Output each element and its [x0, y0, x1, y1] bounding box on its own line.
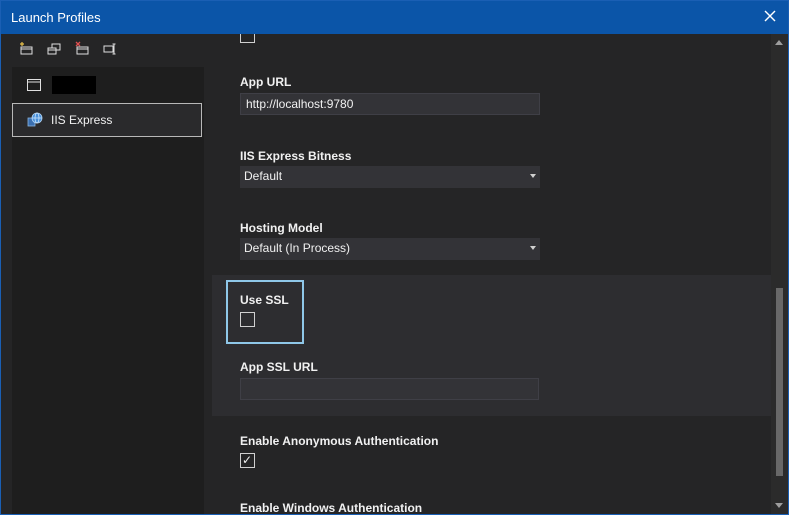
- app-url-label: App URL: [240, 75, 292, 89]
- bitness-label: IIS Express Bitness: [240, 149, 352, 163]
- anon-auth-label: Enable Anonymous Authentication: [240, 434, 439, 448]
- profiles-toolbar: [17, 40, 119, 60]
- launch-profiles-window: Launch Profiles IIS Express App URL http…: [0, 0, 789, 515]
- scroll-thumb[interactable]: [776, 288, 783, 476]
- hosting-model-value: Default (In Process): [244, 241, 351, 255]
- hosting-model-select[interactable]: Default (In Process): [240, 238, 540, 260]
- checkmark-icon: ✓: [242, 453, 253, 467]
- window-icon: [26, 77, 42, 93]
- bitness-select[interactable]: Default: [240, 166, 540, 188]
- new-profile-icon[interactable]: [17, 40, 35, 58]
- app-url-input[interactable]: http://localhost:9780: [240, 93, 540, 115]
- chevron-down-icon: [530, 246, 536, 250]
- app-ssl-url-label: App SSL URL: [240, 360, 318, 374]
- anon-auth-checkbox[interactable]: ✓: [240, 453, 255, 468]
- bitness-value: Default: [244, 169, 283, 183]
- profiles-panel: IIS Express: [1, 34, 212, 514]
- rename-profile-icon[interactable]: [101, 40, 119, 58]
- profile-label-iis-express: IIS Express: [51, 113, 113, 127]
- app-ssl-url-input[interactable]: [240, 378, 539, 400]
- chevron-down-icon: [530, 174, 536, 178]
- scroll-up-icon[interactable]: [775, 40, 783, 45]
- use-ssl-label: Use SSL: [240, 293, 289, 307]
- windows-auth-label: Enable Windows Authentication: [240, 501, 423, 514]
- copy-profile-icon[interactable]: [45, 40, 63, 58]
- vertical-scrollbar[interactable]: [771, 34, 788, 514]
- profile-item-redacted[interactable]: [12, 68, 202, 102]
- hosting-model-label: Hosting Model: [240, 221, 323, 235]
- profile-settings-panel: App URL http://localhost:9780 IIS Expres…: [212, 34, 771, 514]
- delete-profile-icon[interactable]: [73, 40, 91, 58]
- close-icon[interactable]: [762, 8, 778, 24]
- iis-globe-icon: [27, 112, 43, 128]
- profile-list: IIS Express: [12, 67, 204, 514]
- scroll-down-icon[interactable]: [775, 503, 783, 508]
- title-bar: Launch Profiles: [1, 1, 788, 34]
- top-partial-checkbox[interactable]: [240, 34, 255, 43]
- redacted-profile-name: [52, 76, 96, 94]
- window-title: Launch Profiles: [11, 10, 101, 25]
- use-ssl-checkbox[interactable]: [240, 312, 255, 327]
- profile-item-iis-express[interactable]: IIS Express: [12, 103, 202, 137]
- use-ssl-focus-outline: [226, 280, 304, 344]
